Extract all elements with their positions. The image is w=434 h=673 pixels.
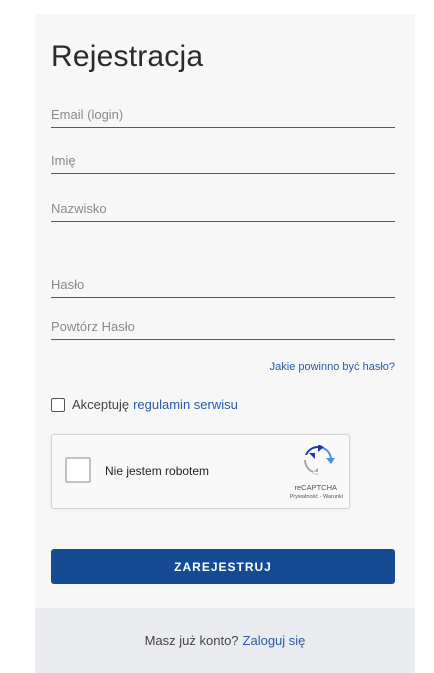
password-hint-link[interactable]: Jakie powinno być hasło? — [270, 361, 395, 373]
accept-terms-checkbox[interactable] — [51, 397, 65, 412]
terms-link[interactable]: regulamin serwisu — [133, 397, 238, 412]
first-name-field[interactable] — [51, 152, 395, 174]
recaptcha-checkbox[interactable] — [65, 457, 91, 483]
accept-terms-label: Akceptuję — [72, 397, 130, 412]
recaptcha-logo-icon — [304, 445, 335, 475]
recaptcha-label: Nie jestem robotem — [105, 464, 210, 478]
login-prompt: Masz już konto? — [144, 633, 239, 648]
login-link[interactable]: Zaloguj się — [243, 633, 306, 648]
registration-card: Rejestracja Jakie powinno być hasło? Akc… — [35, 14, 415, 673]
email-field[interactable] — [51, 106, 395, 128]
recaptcha-brand: reCAPTCHA — [294, 483, 337, 492]
page-title: Rejestracja — [51, 40, 204, 73]
password-field[interactable] — [51, 276, 395, 298]
recaptcha-widget: Nie jestem robotem reCAPTCHA Prywatność … — [51, 434, 350, 509]
login-footer: Masz już konto? Zaloguj się — [35, 608, 415, 673]
recaptcha-links[interactable]: Prywatność - Warunki — [290, 494, 343, 500]
repeat-password-field[interactable] — [51, 318, 395, 340]
last-name-field[interactable] — [51, 200, 395, 222]
register-button[interactable]: ZAREJESTRUJ — [51, 549, 395, 584]
accept-terms: Akceptuję regulamin serwisu — [51, 397, 238, 412]
